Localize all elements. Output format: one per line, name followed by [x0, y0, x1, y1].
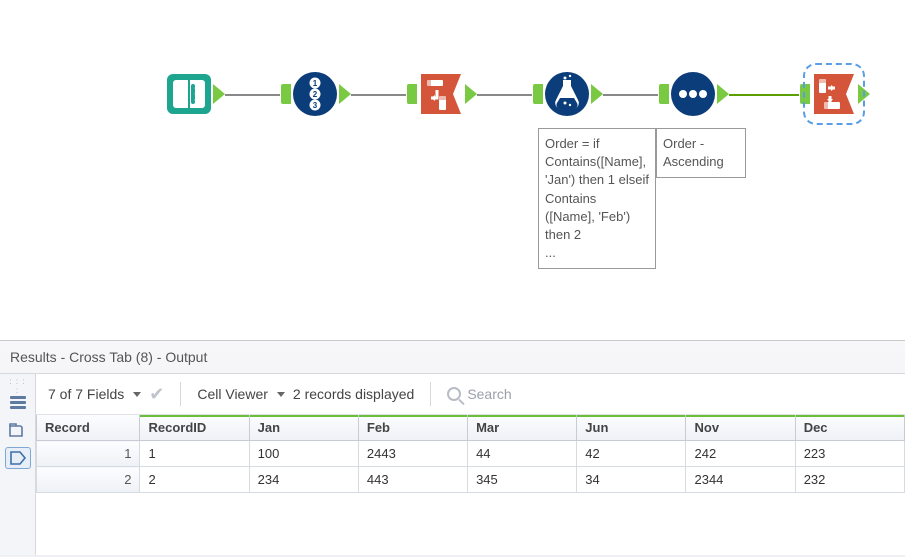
connector[interactable]: [351, 94, 406, 96]
cell[interactable]: 2: [140, 467, 249, 493]
input-macro-tool[interactable]: [165, 70, 213, 118]
cellviewer-label: Cell Viewer: [197, 386, 268, 402]
anchor-in[interactable]: [800, 84, 810, 104]
formula-tool[interactable]: [543, 70, 591, 118]
connector[interactable]: [729, 94, 799, 96]
results-title: Results - Cross Tab (8) - Output: [0, 341, 905, 374]
col-jun[interactable]: Jun: [577, 415, 686, 441]
col-record[interactable]: Record: [37, 415, 140, 441]
table-row[interactable]: 1 1 100 2443 44 42 242 223: [37, 441, 905, 467]
cell[interactable]: 1: [140, 441, 249, 467]
row-number: 1: [37, 441, 140, 467]
sort-tool[interactable]: [669, 70, 717, 118]
connector[interactable]: [477, 94, 532, 96]
anchor-in[interactable]: [533, 84, 543, 104]
caret-down-icon: [277, 392, 285, 397]
row-number: 2: [37, 467, 140, 493]
connector[interactable]: [225, 94, 280, 96]
cell[interactable]: 100: [249, 441, 358, 467]
sort-annotation: Order - Ascending: [656, 128, 746, 178]
view-list-button[interactable]: [5, 391, 31, 413]
results-gutter: : : : :: [0, 374, 36, 555]
anchor-in[interactable]: [281, 84, 291, 104]
search-box[interactable]: [447, 386, 607, 402]
results-toolbar: 7 of 7 Fields ✔ Cell Viewer 2 records di…: [36, 374, 905, 415]
cell[interactable]: 34: [577, 467, 686, 493]
anchor-in[interactable]: [659, 84, 669, 104]
col-feb[interactable]: Feb: [358, 415, 467, 441]
cell[interactable]: 234: [249, 467, 358, 493]
grip-icon: : : : :: [7, 377, 29, 385]
anchor-in[interactable]: [407, 84, 417, 104]
cell[interactable]: 42: [577, 441, 686, 467]
col-recordid[interactable]: RecordID: [140, 415, 249, 441]
results-table[interactable]: Record RecordID Jan Feb Mar Jun Nov Dec …: [36, 415, 905, 493]
fields-dropdown[interactable]: 7 of 7 Fields: [48, 386, 141, 402]
view-tag-button[interactable]: [5, 447, 31, 469]
results-panel: Results - Cross Tab (8) - Output : : : :…: [0, 340, 905, 557]
connector[interactable]: [603, 94, 658, 96]
cell[interactable]: 44: [468, 441, 577, 467]
cell[interactable]: 443: [358, 467, 467, 493]
fields-label: 7 of 7 Fields: [48, 386, 124, 402]
table-header-row: Record RecordID Jan Feb Mar Jun Nov Dec: [37, 415, 905, 441]
svg-text:2: 2: [313, 90, 318, 99]
cell[interactable]: 242: [686, 441, 795, 467]
col-nov[interactable]: Nov: [686, 415, 795, 441]
view-tab-button[interactable]: [5, 419, 31, 441]
record-id-tool[interactable]: 1 2 3: [291, 70, 339, 118]
records-displayed-label: 2 records displayed: [293, 386, 414, 402]
col-dec[interactable]: Dec: [795, 415, 904, 441]
svg-text:3: 3: [313, 101, 318, 110]
anchor-out[interactable]: [717, 84, 729, 104]
transpose-tool[interactable]: [417, 70, 465, 118]
svg-text:1: 1: [313, 79, 318, 88]
search-input[interactable]: [467, 386, 607, 402]
anchor-out[interactable]: [465, 84, 477, 104]
workflow-canvas[interactable]: 1 2 3 Order = if Contains([Name], 'Jan') t…: [0, 0, 905, 340]
col-mar[interactable]: Mar: [468, 415, 577, 441]
anchor-out[interactable]: [591, 84, 603, 104]
check-icon[interactable]: ✔: [149, 384, 164, 405]
cell[interactable]: 232: [795, 467, 904, 493]
cell[interactable]: 223: [795, 441, 904, 467]
caret-down-icon: [133, 392, 141, 397]
formula-annotation: Order = if Contains([Name], 'Jan') then …: [538, 128, 656, 269]
cell-viewer-dropdown[interactable]: Cell Viewer: [197, 386, 285, 402]
cell[interactable]: 2443: [358, 441, 467, 467]
search-icon: [447, 387, 461, 401]
cross-tab-tool[interactable]: [810, 70, 858, 118]
cell[interactable]: 2344: [686, 467, 795, 493]
table-row[interactable]: 2 2 234 443 345 34 2344 232: [37, 467, 905, 493]
anchor-out[interactable]: [213, 84, 225, 104]
cell[interactable]: 345: [468, 467, 577, 493]
col-jan[interactable]: Jan: [249, 415, 358, 441]
anchor-out[interactable]: [339, 84, 351, 104]
anchor-out[interactable]: [858, 84, 870, 104]
